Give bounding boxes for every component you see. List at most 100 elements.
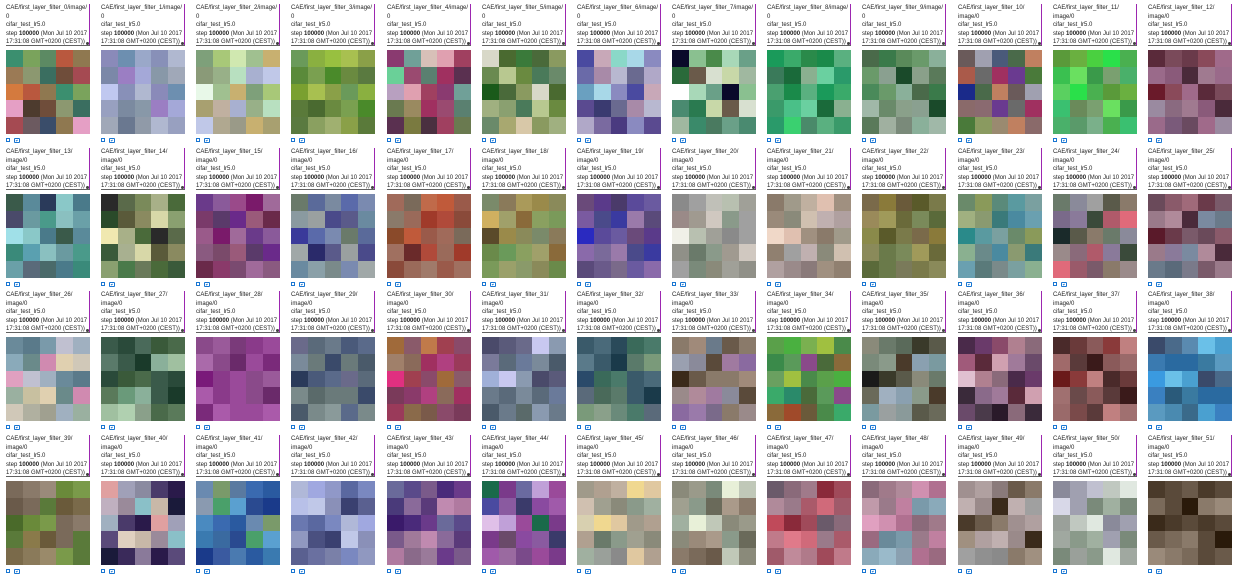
expand-icon[interactable] [291, 569, 295, 573]
step-slider-track[interactable] [387, 189, 471, 190]
step-slider-handle[interactable] [276, 42, 279, 45]
expand-icon[interactable] [196, 569, 200, 573]
step-slider-track[interactable] [6, 45, 90, 46]
toggle-log-icon[interactable] [680, 137, 686, 143]
step-slider-track[interactable] [958, 476, 1042, 477]
step-slider-handle[interactable] [752, 473, 755, 476]
toggle-log-icon[interactable] [775, 281, 781, 287]
expand-icon[interactable] [482, 138, 486, 142]
toggle-log-icon[interactable] [299, 568, 305, 574]
expand-icon[interactable] [291, 282, 295, 286]
step-slider-handle[interactable] [1228, 186, 1231, 189]
expand-icon[interactable] [101, 138, 105, 142]
toggle-log-icon[interactable] [585, 568, 591, 574]
expand-icon[interactable] [672, 425, 676, 429]
step-slider-handle[interactable] [752, 186, 755, 189]
step-slider-track[interactable] [387, 332, 471, 333]
step-slider-track[interactable] [767, 332, 851, 333]
toggle-log-icon[interactable] [1156, 568, 1162, 574]
step-slider-track[interactable] [6, 189, 90, 190]
expand-icon[interactable] [1148, 282, 1152, 286]
step-slider-handle[interactable] [371, 186, 374, 189]
step-slider-track[interactable] [577, 332, 661, 333]
step-slider-handle[interactable] [752, 329, 755, 332]
toggle-log-icon[interactable] [299, 281, 305, 287]
expand-icon[interactable] [101, 569, 105, 573]
step-slider-handle[interactable] [86, 186, 89, 189]
expand-icon[interactable] [1053, 138, 1057, 142]
toggle-log-icon[interactable] [395, 568, 401, 574]
step-slider-track[interactable] [291, 332, 375, 333]
expand-icon[interactable] [958, 569, 962, 573]
toggle-log-icon[interactable] [395, 424, 401, 430]
step-slider-handle[interactable] [1133, 42, 1136, 45]
toggle-log-icon[interactable] [204, 424, 210, 430]
step-slider-track[interactable] [482, 189, 566, 190]
expand-icon[interactable] [767, 569, 771, 573]
toggle-log-icon[interactable] [870, 281, 876, 287]
step-slider-track[interactable] [767, 45, 851, 46]
expand-icon[interactable] [958, 282, 962, 286]
expand-icon[interactable] [482, 425, 486, 429]
step-slider-track[interactable] [958, 45, 1042, 46]
toggle-log-icon[interactable] [966, 137, 972, 143]
step-slider-handle[interactable] [467, 329, 470, 332]
toggle-log-icon[interactable] [109, 281, 115, 287]
expand-icon[interactable] [387, 138, 391, 142]
toggle-log-icon[interactable] [299, 137, 305, 143]
expand-icon[interactable] [1148, 569, 1152, 573]
step-slider-track[interactable] [196, 332, 280, 333]
expand-icon[interactable] [577, 282, 581, 286]
step-slider-handle[interactable] [1228, 329, 1231, 332]
step-slider-handle[interactable] [562, 42, 565, 45]
toggle-log-icon[interactable] [1061, 424, 1067, 430]
toggle-log-icon[interactable] [395, 281, 401, 287]
step-slider-handle[interactable] [1038, 42, 1041, 45]
expand-icon[interactable] [958, 138, 962, 142]
expand-icon[interactable] [101, 425, 105, 429]
expand-icon[interactable] [958, 425, 962, 429]
step-slider-handle[interactable] [562, 473, 565, 476]
step-slider-handle[interactable] [1133, 186, 1136, 189]
expand-icon[interactable] [387, 425, 391, 429]
expand-icon[interactable] [862, 425, 866, 429]
toggle-log-icon[interactable] [870, 424, 876, 430]
step-slider-handle[interactable] [276, 186, 279, 189]
expand-icon[interactable] [672, 138, 676, 142]
toggle-log-icon[interactable] [1156, 424, 1162, 430]
step-slider-handle[interactable] [1133, 329, 1136, 332]
step-slider-handle[interactable] [942, 186, 945, 189]
step-slider-handle[interactable] [1038, 329, 1041, 332]
step-slider-handle[interactable] [847, 473, 850, 476]
expand-icon[interactable] [291, 425, 295, 429]
step-slider-track[interactable] [196, 189, 280, 190]
toggle-log-icon[interactable] [1156, 137, 1162, 143]
step-slider-handle[interactable] [1038, 473, 1041, 476]
step-slider-track[interactable] [482, 45, 566, 46]
step-slider-handle[interactable] [371, 473, 374, 476]
step-slider-handle[interactable] [371, 329, 374, 332]
step-slider-handle[interactable] [276, 329, 279, 332]
expand-icon[interactable] [862, 282, 866, 286]
expand-icon[interactable] [101, 282, 105, 286]
step-slider-handle[interactable] [181, 42, 184, 45]
step-slider-track[interactable] [291, 45, 375, 46]
step-slider-handle[interactable] [181, 473, 184, 476]
step-slider-track[interactable] [767, 476, 851, 477]
toggle-log-icon[interactable] [299, 424, 305, 430]
step-slider-handle[interactable] [1228, 42, 1231, 45]
step-slider-track[interactable] [291, 476, 375, 477]
expand-icon[interactable] [1053, 282, 1057, 286]
step-slider-handle[interactable] [371, 42, 374, 45]
toggle-log-icon[interactable] [1061, 281, 1067, 287]
toggle-log-icon[interactable] [870, 568, 876, 574]
step-slider-handle[interactable] [1133, 473, 1136, 476]
expand-icon[interactable] [387, 569, 391, 573]
step-slider-handle[interactable] [942, 42, 945, 45]
step-slider-handle[interactable] [657, 329, 660, 332]
step-slider-track[interactable] [577, 189, 661, 190]
toggle-log-icon[interactable] [14, 137, 20, 143]
step-slider-track[interactable] [482, 476, 566, 477]
toggle-log-icon[interactable] [775, 568, 781, 574]
step-slider-handle[interactable] [847, 329, 850, 332]
